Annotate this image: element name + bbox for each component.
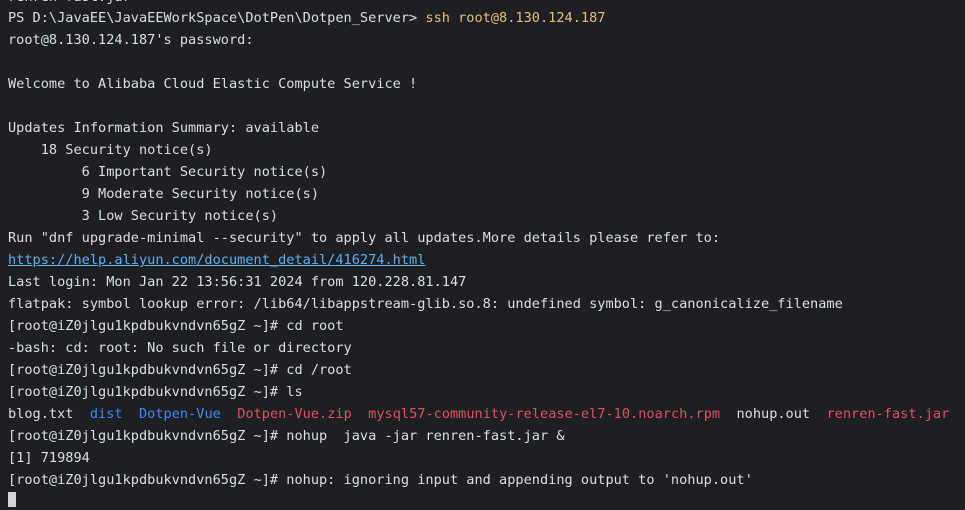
updates-summary: Updates Information Summary: available [8, 120, 319, 136]
ls-item-blog: blog.txt [8, 406, 74, 422]
ls-command: [root@iZ0jlgu1kpdbukvndvn65gZ ~]# ls [8, 384, 303, 400]
ls-item-dist: dist [89, 406, 123, 422]
welcome-message: Welcome to Alibaba Cloud Elastic Compute… [8, 76, 418, 92]
cd-error: -bash: cd: root: No such file or directo… [8, 340, 352, 356]
password-prompt: root@8.130.124.187's password: [8, 32, 254, 48]
flatpak-error: flatpak: symbol lookup error: /lib64/lib… [8, 296, 843, 312]
moderate-notices: 9 Moderate Security notice(s) [8, 186, 319, 202]
cursor-line[interactable] [8, 488, 16, 510]
ls-item-dotpen-vue: Dotpen-Vue [138, 406, 221, 422]
ls-item-dotpen-vue-zip: Dotpen-Vue.zip [237, 406, 352, 422]
nohup-message: [root@iZ0jlgu1kpdbukvndvn65gZ ~]# nohup:… [8, 472, 753, 488]
terminal-window[interactable]: renren-fast.jar PS D:\JavaEE\JavaEEWorkS… [0, 0, 965, 507]
ls-item-mysql-rpm: mysql57-community-release-el7-10.noarch.… [368, 406, 721, 422]
cd-slash-root-command: [root@iZ0jlgu1kpdbukvndvn65gZ ~]# cd /ro… [8, 362, 352, 378]
ps-prompt-line: PS D:\JavaEE\JavaEEWorkSpace\DotPen\Dotp… [8, 7, 605, 29]
upgrade-instructions: Run "dnf upgrade-minimal --security" to … [8, 230, 721, 246]
nohup-command: [root@iZ0jlgu1kpdbukvndvn65gZ ~]# nohup … [8, 428, 565, 444]
security-notices: 18 Security notice(s) [8, 142, 213, 158]
ps-prompt: PS D:\JavaEE\JavaEEWorkSpace\DotPen\Dotp… [8, 10, 426, 26]
last-login: Last login: Mon Jan 22 13:56:31 2024 fro… [8, 274, 467, 290]
ls-item-renren-jar: renren-fast.jar [826, 406, 950, 422]
job-id: [1] 719894 [8, 450, 90, 466]
ls-item-nohup-out: nohup.out [736, 406, 811, 422]
low-notices: 3 Low Security notice(s) [8, 208, 279, 224]
important-notices: 6 Important Security notice(s) [8, 164, 328, 180]
help-link[interactable]: https://help.aliyun.com/document_detail/… [8, 252, 425, 268]
cursor [8, 491, 16, 507]
cd-root-command: [root@iZ0jlgu1kpdbukvndvn65gZ ~]# cd roo… [8, 318, 344, 334]
ssh-command: ssh root@8.130.124.187 [425, 10, 606, 26]
help-link-line: https://help.aliyun.com/document_detail/… [8, 249, 425, 271]
ls-output: blog.txt dist Dotpen-Vue Dotpen-Vue.zip … [8, 403, 949, 425]
